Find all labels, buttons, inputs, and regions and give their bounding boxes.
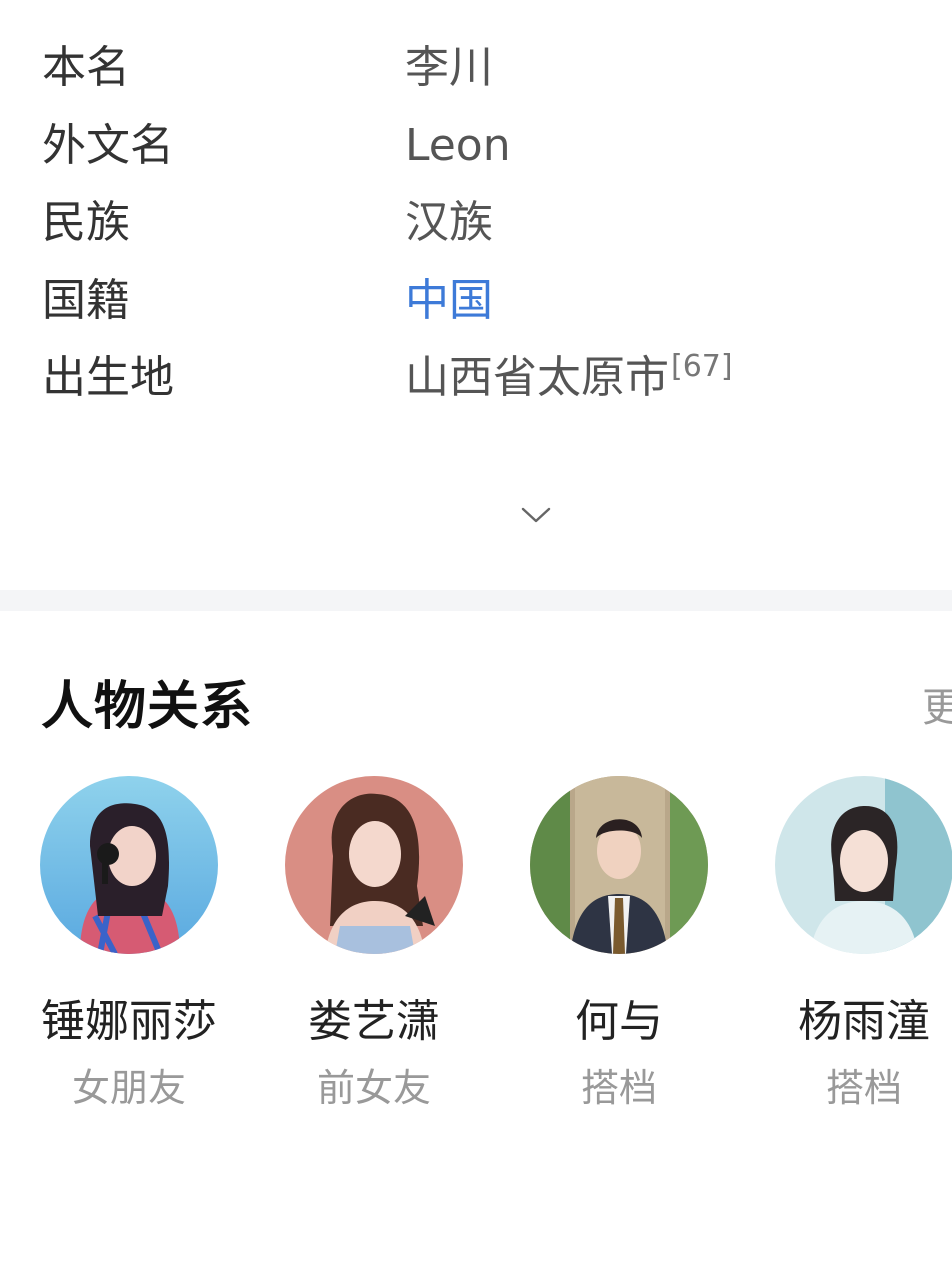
person-relation: 女朋友 — [71, 1066, 186, 1110]
basic-info-list: 本名 李川 外文名 Leon 民族 汉族 国籍 中国 出生地 山西省太原市[67… — [0, 34, 952, 422]
person-name: 杨雨潼 — [798, 996, 930, 1047]
info-label: 民族 — [42, 197, 130, 248]
relation-card[interactable]: 娄艺潇 前女友 — [267, 776, 487, 1116]
avatar — [285, 776, 463, 954]
info-value-birthplace: 山西省太原市[67] — [405, 350, 733, 406]
section-divider — [0, 590, 952, 611]
info-value: 李川 — [405, 42, 493, 93]
person-relation: 前女友 — [316, 1066, 431, 1110]
relation-card[interactable]: 何与 搭档 — [512, 776, 732, 1116]
info-row-birthplace: 出生地 山西省太原市[67] — [0, 344, 952, 422]
person-relation: 搭档 — [825, 1066, 902, 1110]
birthplace-text: 山西省太原市 — [405, 352, 669, 403]
section-title: 人物关系 — [41, 677, 254, 737]
nationality-link[interactable]: 中国 — [405, 273, 493, 329]
chevron-down-icon — [521, 507, 551, 523]
baike-profile-page: 本名 李川 外文名 Leon 民族 汉族 国籍 中国 出生地 山西省太原市[67… — [0, 0, 952, 1269]
person-name: 何与 — [575, 996, 663, 1047]
info-row-nationality: 国籍 中国 — [0, 267, 952, 345]
info-label: 外文名 — [42, 119, 174, 171]
expand-button[interactable] — [516, 500, 556, 530]
avatar — [40, 776, 218, 954]
info-value: Leon — [405, 119, 511, 171]
reference-link[interactable]: [67] — [671, 349, 733, 384]
relation-card[interactable]: 锤娜丽莎 女朋友 — [22, 776, 242, 1116]
avatar — [775, 776, 952, 954]
avatar — [530, 776, 708, 954]
person-name: 锤娜丽莎 — [41, 996, 217, 1047]
person-relation: 搭档 — [580, 1066, 657, 1110]
info-row-name: 本名 李川 — [0, 34, 952, 112]
person-name: 娄艺潇 — [308, 996, 440, 1047]
info-value: 汉族 — [405, 197, 493, 248]
info-label: 国籍 — [42, 274, 130, 326]
info-label: 本名 — [42, 42, 130, 93]
relations-list: 锤娜丽莎 女朋友 娄艺潇 前女友 何与 搭档 杨雨潼 搭档 — [0, 776, 952, 1136]
relation-card[interactable]: 杨雨潼 搭档 — [757, 776, 952, 1116]
info-label: 出生地 — [42, 352, 174, 403]
more-link[interactable]: 更 — [922, 680, 952, 736]
info-row-foreign-name: 外文名 Leon — [0, 112, 952, 190]
info-row-ethnicity: 民族 汉族 — [0, 189, 952, 267]
